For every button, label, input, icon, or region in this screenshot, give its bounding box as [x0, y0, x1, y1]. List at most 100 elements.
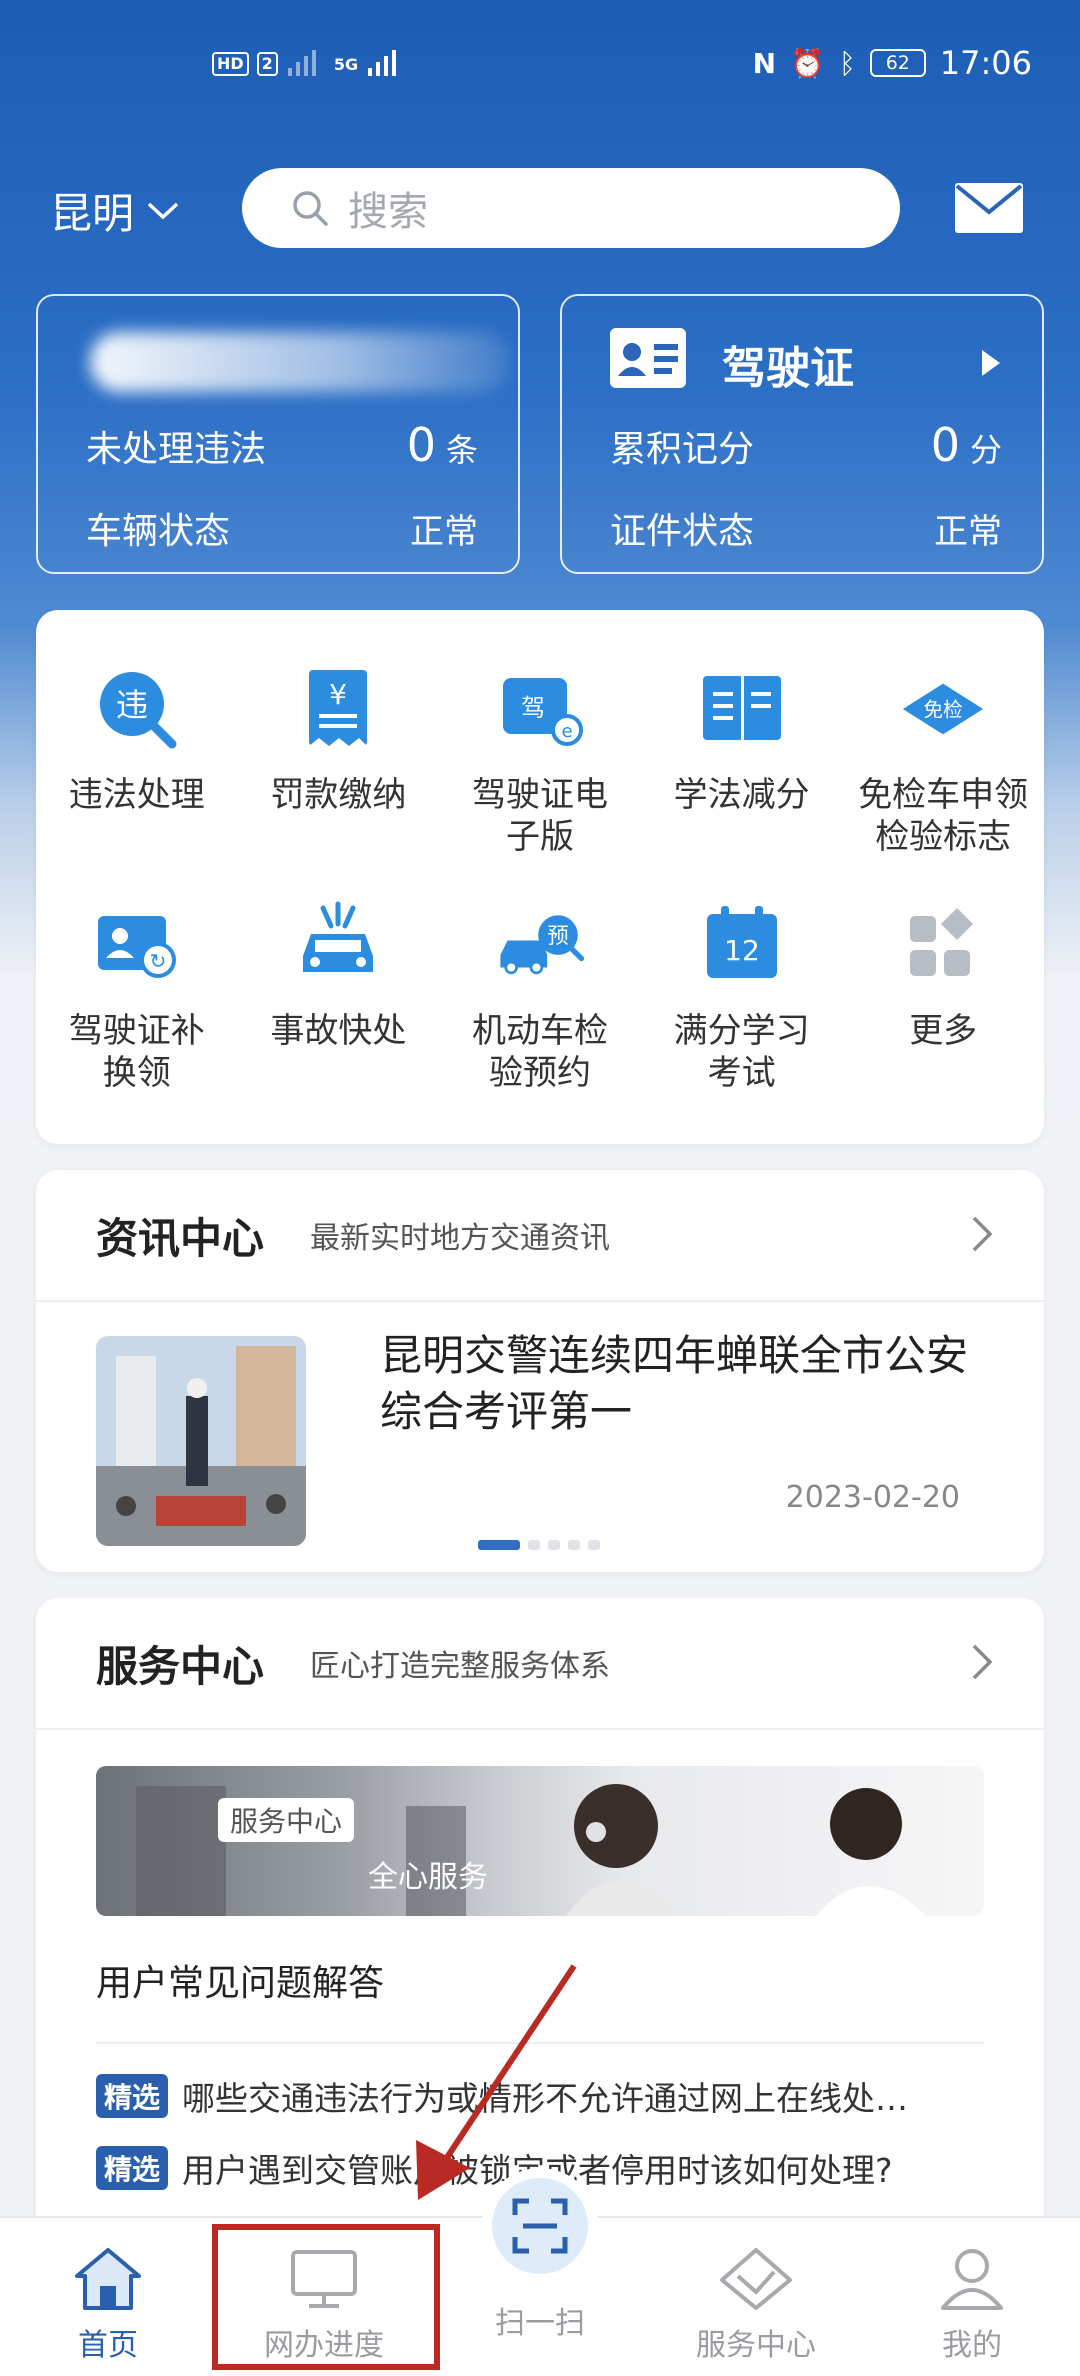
carousel-dot [568, 1540, 580, 1550]
service-center-header[interactable]: 服务中心 匠心打造完整服务体系 [96, 1598, 610, 1728]
license-plate-blurred [90, 332, 510, 392]
bluetooth-icon: ᛒ [838, 46, 856, 80]
service-more[interactable]: 更多 [842, 900, 1044, 1094]
service-banner[interactable]: 服务中心 全心服务 [96, 1766, 984, 1916]
search-input[interactable]: 搜索 [242, 168, 900, 248]
vehicle-violations-row: 未处理违法 0条 [86, 418, 478, 472]
service-quick-accident[interactable]: 事故快处 [238, 900, 440, 1094]
tab-service-center[interactable]: 服务中心 [656, 2246, 856, 2364]
news-panel: 资讯中心 最新实时地方交通资讯 昆明交警连续四年蝉联全市公安综合考评第一 202… [36, 1170, 1044, 1572]
hd-indicator: HD [212, 52, 249, 76]
divider [36, 1728, 1044, 1730]
tab-mine[interactable]: 我的 [872, 2246, 1072, 2364]
nav-label: 扫一扫 [495, 2306, 585, 2341]
city-label: 昆明 [50, 189, 135, 238]
service-inspection-exempt[interactable]: 免检 免检车申领 检验标志 [842, 664, 1044, 858]
service-full-score-exam[interactable]: 12 满分学习 考试 [641, 900, 843, 1094]
featured-tag: 精选 [96, 2146, 169, 2190]
service-study-reduce-points[interactable]: 学法减分 [641, 664, 843, 858]
news-subtitle: 最新实时地方交通资讯 [310, 1221, 611, 1256]
tab-scan[interactable]: 扫一扫 [440, 2298, 640, 2342]
faq-question: 哪些交通违法行为或情形不允许通过网上在线处… [182, 2079, 909, 2118]
city-selector[interactable]: 昆明 [50, 180, 180, 241]
service-label: 违法处理 [68, 775, 205, 815]
license-points-row: 累积记分 0分 [610, 418, 1002, 472]
chevron-right-icon[interactable] [970, 1214, 994, 1254]
service-label: 免检车申领 检验标志 [858, 775, 1029, 857]
calendar-12-icon: 12 [706, 906, 777, 978]
svg-text:驾: 驾 [521, 694, 545, 722]
inspection-exempt-icon: 免检 [903, 683, 984, 735]
svg-text:12: 12 [724, 934, 760, 967]
tab-home[interactable]: 首页 [8, 2246, 208, 2364]
service-center-subtitle: 匠心打造完整服务体系 [310, 1649, 611, 1684]
service-inspection-appointment[interactable]: 预 机动车检 验预约 [439, 900, 641, 1094]
signal-icon [287, 50, 316, 76]
vehicle-card[interactable]: 未处理违法 0条 车辆状态 正常 [36, 294, 520, 574]
mail-icon[interactable] [954, 182, 1024, 234]
sim-indicator: 2 [256, 52, 278, 76]
service-fine-payment[interactable]: ¥ 罚款缴纳 [238, 664, 440, 858]
chevron-down-icon [147, 202, 179, 219]
play-arrow-icon [982, 350, 1000, 376]
service-center-panel: 服务中心 匠心打造完整服务体系 服务中心 全心服务 用户常见问题解答 精选 哪些… [36, 1598, 1044, 2238]
service-center-title: 服务中心 [96, 1641, 265, 1691]
svg-text:e: e [561, 721, 572, 742]
news-headline[interactable]: 昆明交警连续四年蝉联全市公安综合考评第一 [380, 1328, 980, 1440]
chevron-right-icon[interactable] [970, 1642, 994, 1682]
svg-text:预: 预 [547, 924, 569, 949]
service-label: 罚款缴纳 [270, 775, 407, 815]
license-renewal-icon: ↻ [97, 916, 176, 978]
carousel-dot [528, 1540, 540, 1550]
news-date: 2023-02-20 [785, 1480, 960, 1515]
license-card-title: 驾驶证 [722, 343, 854, 394]
more-grid-icon [910, 908, 974, 976]
nav-label: 服务中心 [696, 2328, 816, 2363]
carousel-indicator [478, 1540, 600, 1550]
license-status-label: 证件状态 [610, 511, 755, 552]
vehicle-status-label: 车辆状态 [86, 511, 231, 552]
news-title: 资讯中心 [96, 1213, 265, 1263]
id-card-icon [610, 328, 686, 388]
nav-label: 我的 [942, 2328, 1002, 2363]
scan-icon [512, 2198, 568, 2254]
featured-tag: 精选 [96, 2074, 169, 2118]
service-label: 驾驶证补 换领 [68, 1011, 205, 1093]
service-label: 满分学习 考试 [673, 1011, 810, 1093]
system-indicators: N ⏰ ᛒ 62 17:06 [753, 44, 1032, 82]
clock: 17:06 [939, 44, 1032, 82]
search-icon [293, 191, 328, 226]
svg-text:¥: ¥ [329, 678, 347, 711]
driver-license-card[interactable]: 驾驶证 累积记分 0分 证件状态 正常 [560, 294, 1044, 574]
service-label: 学法减分 [673, 775, 810, 815]
service-label: 机动车检 验预约 [471, 1011, 608, 1093]
news-header[interactable]: 资讯中心 最新实时地方交通资讯 [96, 1170, 610, 1300]
license-status-value: 正常 [934, 512, 1002, 552]
home-icon [75, 2248, 141, 2310]
service-violation-handling[interactable]: 违 违法处理 [36, 664, 238, 858]
network-indicators: HD 2 5G [212, 50, 406, 78]
scan-button[interactable] [492, 2178, 588, 2274]
svg-text:↻: ↻ [149, 949, 166, 973]
vehicle-inspection-appointment-icon: 预 [500, 915, 585, 975]
status-bar: HD 2 5G N ⏰ ᛒ 62 17:06 [0, 44, 1080, 100]
news-thumbnail[interactable] [96, 1336, 306, 1546]
violations-unit: 条 [445, 431, 478, 469]
service-e-license[interactable]: 驾e 驾驶证电 子版 [439, 664, 641, 858]
license-status-row: 证件状态 正常 [610, 502, 1002, 554]
battery-indicator: 62 [869, 49, 926, 77]
faq-title: 用户常见问题解答 [96, 1963, 385, 2004]
divider [36, 1300, 1044, 1302]
points-value: 0 [930, 418, 960, 472]
e-license-icon: 驾e [502, 678, 583, 746]
service-label: 事故快处 [270, 1011, 407, 1051]
vehicle-status-value: 正常 [410, 512, 478, 552]
vehicle-status-row: 车辆状态 正常 [86, 502, 478, 554]
points-unit: 分 [969, 431, 1002, 469]
service-label: 驾驶证电 子版 [471, 775, 608, 857]
service-label: 更多 [909, 1011, 978, 1051]
faq-item[interactable]: 精选 哪些交通违法行为或情形不允许通过网上在线处… [96, 2072, 996, 2120]
signal-strong-icon [368, 50, 397, 76]
service-license-renewal[interactable]: ↻ 驾驶证补 换领 [36, 900, 238, 1094]
banner-text: 全心服务 [368, 1860, 488, 1895]
